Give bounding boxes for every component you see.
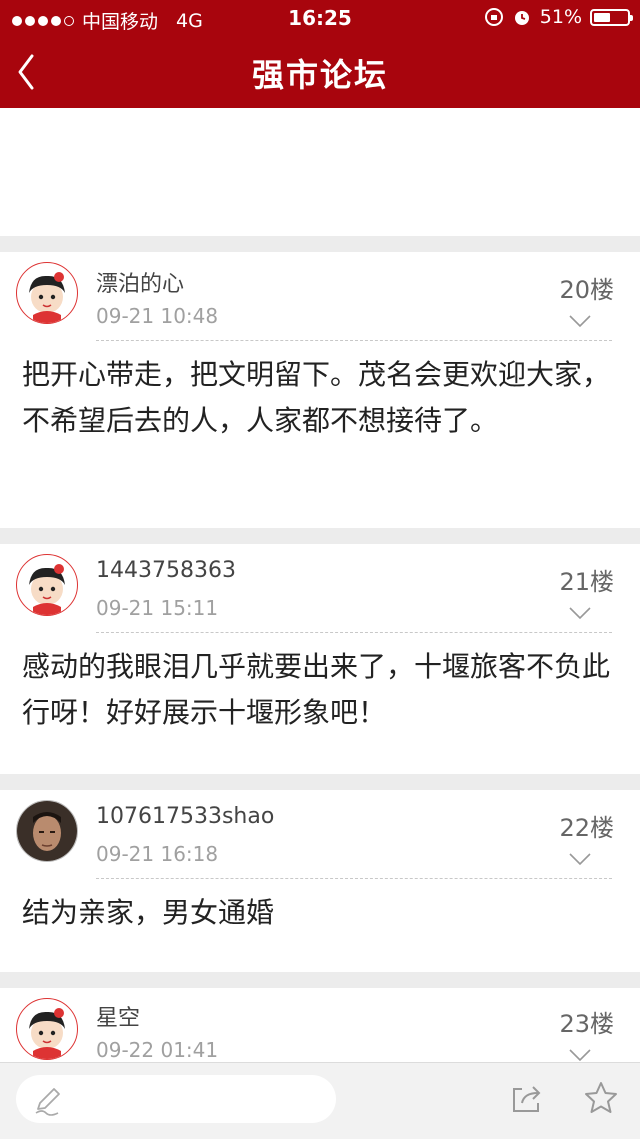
username[interactable]: 星空 <box>96 1000 140 1032</box>
reply-input[interactable] <box>16 1075 336 1123</box>
post-card: 星空 09-22 01:41 23楼 <box>0 988 640 1062</box>
battery-percent: 51% <box>539 6 582 28</box>
nav-bar: 强市论坛 <box>0 36 640 108</box>
bottom-toolbar <box>0 1062 640 1139</box>
avatar[interactable] <box>16 998 78 1060</box>
separator <box>0 528 640 544</box>
post-time: 09-21 15:11 <box>96 596 219 620</box>
girl-avatar-icon <box>29 1008 65 1059</box>
share-icon[interactable] <box>508 1079 546 1117</box>
floor-number: 23楼 <box>559 1010 614 1038</box>
star-icon[interactable] <box>582 1079 620 1117</box>
username[interactable]: 漂泊的心 <box>96 266 184 298</box>
battery-icon <box>590 8 633 26</box>
orientation-lock-icon <box>484 8 503 26</box>
pencil-icon <box>35 1088 60 1116</box>
avatar[interactable] <box>16 554 78 616</box>
avatar[interactable] <box>16 800 78 862</box>
chevron-down-icon[interactable] <box>568 314 592 328</box>
post-time: 09-21 10:48 <box>96 304 219 328</box>
chevron-down-icon[interactable] <box>568 1048 592 1062</box>
post-content: 感动的我眼泪几乎就要出来了，十堰旅客不负此行呀！好好展示十堰形象吧！ <box>22 650 611 729</box>
chevron-down-icon[interactable] <box>568 852 592 866</box>
banner-area <box>0 108 640 236</box>
post-time: 09-22 01:41 <box>96 1038 219 1062</box>
floor-number: 22楼 <box>559 814 614 842</box>
avatar[interactable] <box>16 262 78 324</box>
top-bar: 中国移动 4G 16:25 51% 强市论坛 <box>0 0 640 108</box>
girl-avatar-icon <box>29 564 65 615</box>
user-photo-icon <box>17 801 77 861</box>
divider <box>96 632 612 633</box>
divider <box>96 340 612 341</box>
battery-fill <box>594 12 611 22</box>
post-content: 把开心带走，把文明留下。茂名会更欢迎大家，不希望后去的人，人家都不想接待了。 <box>22 358 611 437</box>
floor-number: 20楼 <box>559 276 614 304</box>
separator <box>0 972 640 988</box>
girl-avatar-icon <box>29 272 65 323</box>
divider <box>96 878 612 879</box>
post-card: 1443758363 09-21 15:11 21楼 感动的我眼泪几乎就要出来了… <box>0 544 640 774</box>
post-card: 漂泊的心 09-21 10:48 20楼 把开心带走，把文明留下。茂名会更欢迎大… <box>0 252 640 528</box>
alarm-icon <box>514 11 529 25</box>
separator <box>0 774 640 790</box>
post-card: 107617533shao 09-21 16:18 22楼 结为亲家，男女通婚 <box>0 790 640 972</box>
post-content: 结为亲家，男女通婚 <box>22 896 275 929</box>
separator <box>0 236 640 252</box>
page-title: 强市论坛 <box>251 56 388 94</box>
username[interactable]: 107617533shao <box>96 804 274 829</box>
username[interactable]: 1443758363 <box>96 558 236 583</box>
post-time: 09-21 16:18 <box>96 842 219 866</box>
floor-number: 21楼 <box>559 568 614 596</box>
status-right: 51% <box>484 6 633 28</box>
status-bar: 中国移动 4G 16:25 51% <box>0 0 640 36</box>
chevron-down-icon[interactable] <box>568 606 592 620</box>
